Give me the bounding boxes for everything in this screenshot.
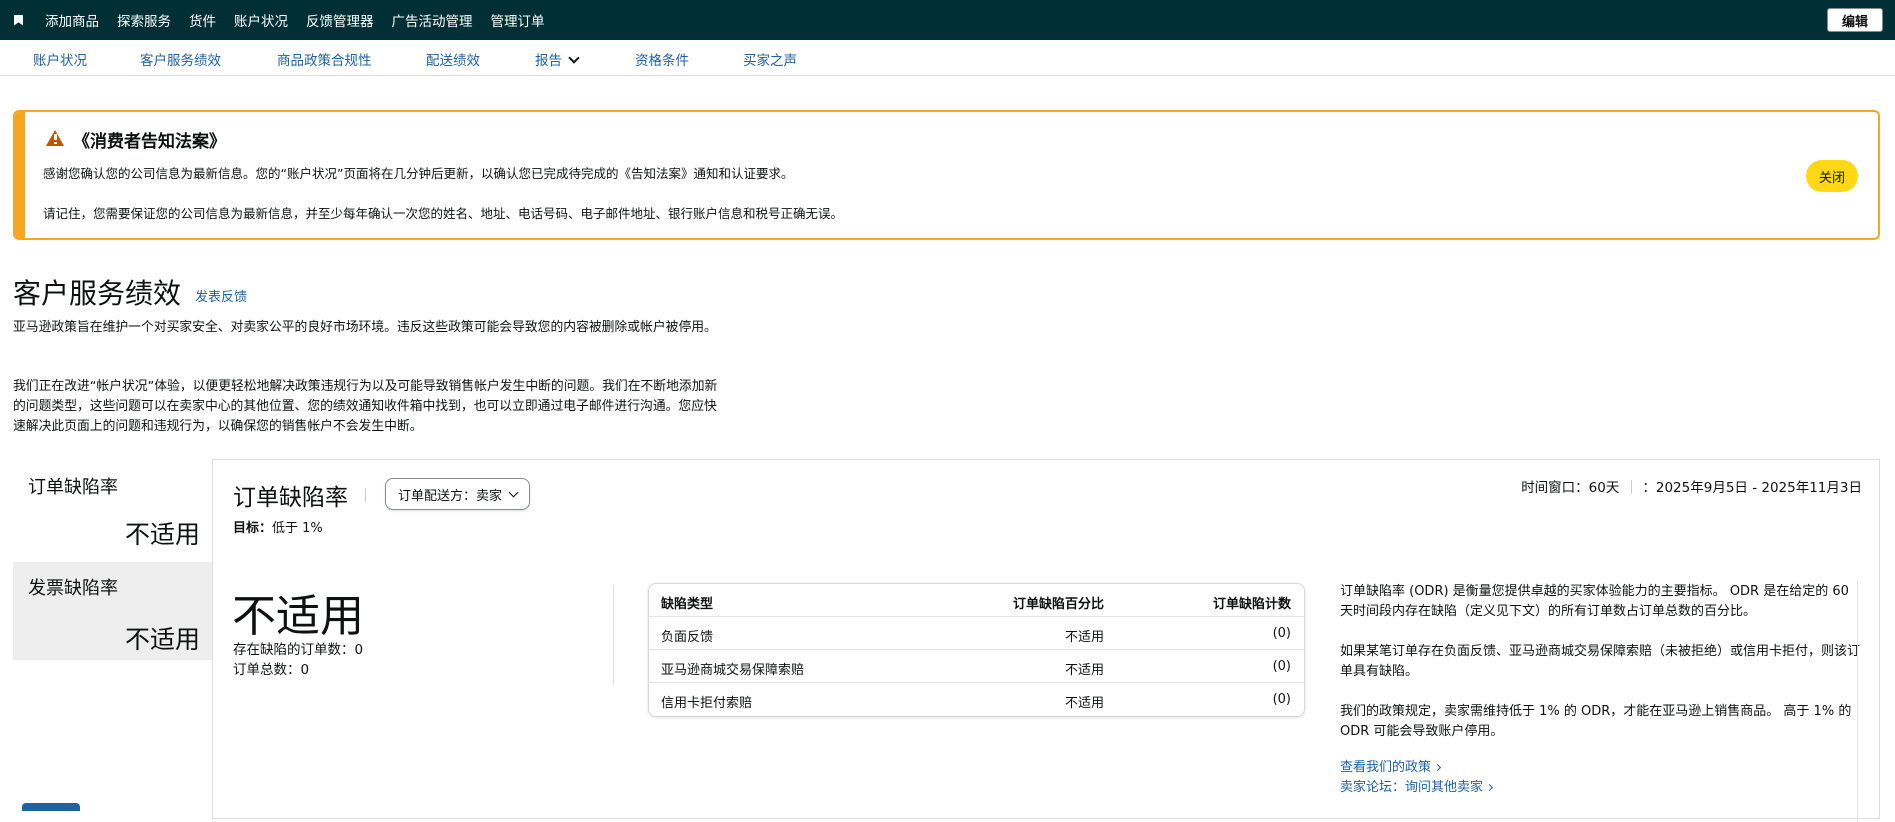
alert-title: 《消费者告知法案》 xyxy=(73,132,226,152)
time-window: 时间窗口：60天 ：2025年9月5日 - 2025年11月3日 xyxy=(1521,476,1862,496)
edit-button[interactable]: 编辑 xyxy=(1826,8,1883,32)
alert-message-2: 请记住，您需要保证您的公司信息为最新信息，并至少每年确认一次您的姓名、地址、电话… xyxy=(43,206,844,221)
consumer-inform-act-alert: 《消费者告知法案》 感谢您确认您的公司信息为最新信息。您的“账户状况”页面将在几… xyxy=(13,110,1880,240)
header-defect-type: 缺陷类型 xyxy=(661,597,714,612)
seller-forum-label: 卖家论坛：询问其他卖家 xyxy=(1340,780,1484,795)
subnav-reports[interactable]: 报告 xyxy=(535,49,580,69)
time-window-label: 时间窗口：60天 xyxy=(1521,480,1620,496)
subnav-product-policy-compliance[interactable]: 商品政策合规性 xyxy=(277,49,372,69)
table-header-row: 缺陷类型 订单缺陷百分比 订单缺陷计数 xyxy=(649,584,1304,617)
tab-value: 不适用 xyxy=(124,625,200,654)
defect-percent: 不适用 xyxy=(1064,663,1104,678)
nav-campaign-manager[interactable]: 广告活动管理 xyxy=(392,10,473,30)
alert-accent-bar xyxy=(15,112,25,238)
nav-account-health[interactable]: 账户状况 xyxy=(234,10,288,30)
tab-order-defect-rate[interactable]: 订单缺陷率 不适用 xyxy=(13,461,226,558)
total-orders-count: 订单总数：0 xyxy=(233,662,310,678)
target-label: 目标： xyxy=(233,521,273,536)
subnav-account-health[interactable]: 账户状况 xyxy=(33,49,87,69)
date-range: ：2025年9月5日 - 2025年11月3日 xyxy=(1642,480,1862,496)
target: 目标：低于 1% xyxy=(233,517,323,536)
subnav-reports-label: 报告 xyxy=(535,53,562,69)
nav-add-product[interactable]: 添加商品 xyxy=(45,10,99,30)
fulfillment-label: 订单配送方： xyxy=(398,488,477,504)
chevron-right-icon xyxy=(1433,763,1442,772)
subnav-customer-service-performance[interactable]: 客户服务绩效 xyxy=(140,49,221,69)
odr-value: 不适用 xyxy=(232,591,364,642)
odr-detail-card: 订单缺陷率 订单配送方： 卖家 目标：低于 1% 时间窗口：60天 ：2025年9… xyxy=(212,459,1880,822)
defect-percent: 不适用 xyxy=(1064,696,1104,711)
chevron-down-icon xyxy=(568,52,580,64)
tab-invoice-defect-rate[interactable]: 发票缺陷率 不适用 xyxy=(13,562,213,660)
seller-forum-link[interactable]: 卖家论坛：询问其他卖家 xyxy=(1340,778,1494,798)
defect-type: 信用卡拒付索赔 xyxy=(661,696,753,711)
warning-icon-dot xyxy=(53,142,57,144)
alert-message-1: 感谢您确认您的公司信息为最新信息。您的“账户状况”页面将在几分钟后更新，以确认您… xyxy=(43,166,794,181)
tab-value: 不适用 xyxy=(124,520,200,549)
view-policy-link[interactable]: 查看我们的政策 xyxy=(1340,758,1492,778)
intro-paragraph-1: 亚马逊政策旨在维护一个对买家安全、对卖家公平的良好市场环境。违反这些政策可能会导… xyxy=(13,320,717,335)
time-window-divider xyxy=(1631,480,1633,494)
nav-manage-orders[interactable]: 管理订单 xyxy=(491,10,545,30)
sub-nav-bar: 账户状况 客户服务绩效 商品政策合规性 配送绩效 报告 资格条件 买家之声 xyxy=(0,40,1895,76)
fulfillment-value: 卖家 xyxy=(476,488,503,504)
explanation-paragraph: 订单缺陷率 (ODR) 是衡量您提供卓越的买家体验能力的主要指标。 ODR 是在… xyxy=(1340,584,1849,619)
subnav-shipping-performance[interactable]: 配送绩效 xyxy=(426,49,480,69)
chevron-down-icon xyxy=(508,487,519,497)
card-title: 订单缺陷率 xyxy=(233,485,348,511)
defect-count: (0) xyxy=(1272,692,1291,707)
subnav-eligibility[interactable]: 资格条件 xyxy=(635,49,689,69)
tab-label: 发票缺陷率 xyxy=(28,578,118,599)
defect-percent: 不适用 xyxy=(1064,630,1104,645)
tab-label: 订单缺陷率 xyxy=(28,477,118,498)
defective-orders-count: 存在缺陷的订单数：0 xyxy=(233,642,364,658)
header-defect-count: 订单缺陷计数 xyxy=(1212,597,1291,612)
view-policy-label: 查看我们的政策 xyxy=(1340,760,1432,775)
table-row: 信用卡拒付索赔 不适用 (0) xyxy=(649,683,1304,716)
nav-feedback-manager[interactable]: 反馈管理器 xyxy=(306,10,374,30)
subnav-voice-of-customer[interactable]: 买家之声 xyxy=(743,49,797,69)
target-value: 低于 1% xyxy=(272,521,323,536)
fulfillment-channel-select[interactable]: 订单配送方： 卖家 xyxy=(385,478,531,510)
table-row: 负面反馈 不适用 (0) xyxy=(649,617,1304,650)
feedback-link[interactable]: 发表反馈 xyxy=(195,286,247,305)
defect-type: 负面反馈 xyxy=(661,630,714,645)
defect-count: (0) xyxy=(1272,659,1291,674)
defect-type: 亚马逊商城交易保障索赔 xyxy=(661,663,805,678)
explanation-paragraph: 如果某笔订单存在负面反馈、亚马逊商城交易保障索赔（未被拒绝）或信用卡拒付，则该订… xyxy=(1340,644,1861,679)
title-divider xyxy=(365,488,366,502)
intro-paragraph-2: 我们正在改进“帐户状况”体验，以便更轻松地解决政策违规行为以及可能导致销售帐户发… xyxy=(13,379,718,434)
header-defect-percent: 订单缺陷百分比 xyxy=(1012,597,1104,612)
table-row: 亚马逊商城交易保障索赔 不适用 (0) xyxy=(649,650,1304,683)
defect-count: (0) xyxy=(1272,626,1291,641)
nav-shipments[interactable]: 货件 xyxy=(189,10,216,30)
close-alert-button[interactable]: 关闭 xyxy=(1806,160,1858,192)
explanation-paragraph: 我们的政策规定，卖家需维持低于 1% 的 ODR，才能在亚马逊上销售商品。 高于… xyxy=(1340,704,1852,739)
right-edge-divider xyxy=(1857,582,1858,822)
warning-icon-mark xyxy=(53,134,57,140)
page-title: 客户服务绩效 xyxy=(13,277,182,310)
defect-breakdown-table: 缺陷类型 订单缺陷百分比 订单缺陷计数 负面反馈 不适用 (0) 亚马逊商城交易… xyxy=(648,583,1305,717)
help-links: 查看我们的政策 卖家论坛：询问其他卖家 xyxy=(1340,758,1494,798)
top-nav-bar: 添加商品 探索服务 货件 账户状况 反馈管理器 广告活动管理 管理订单 编辑 xyxy=(0,0,1895,40)
section-divider xyxy=(613,585,614,685)
odr-explanation: 订单缺陷率 (ODR) 是衡量您提供卓越的买家体验能力的主要指标。 ODR 是在… xyxy=(1340,582,1860,762)
bookmark-icon[interactable] xyxy=(14,14,23,26)
chevron-right-icon xyxy=(1485,783,1494,792)
bottom-action-button[interactable] xyxy=(22,803,80,811)
nav-explore-services[interactable]: 探索服务 xyxy=(117,10,171,30)
